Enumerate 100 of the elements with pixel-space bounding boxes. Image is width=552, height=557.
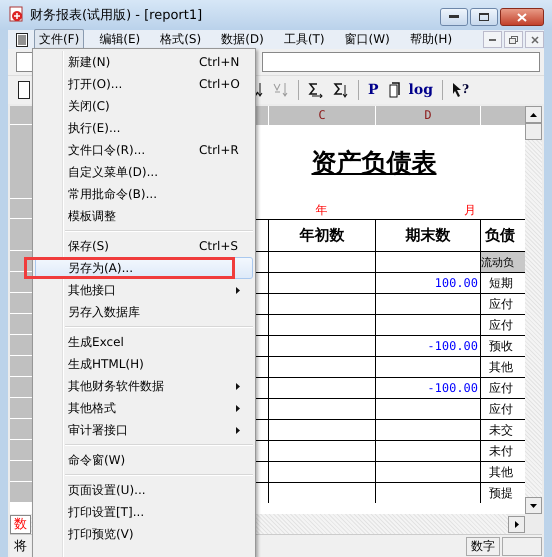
table-header: 年初数 — [268, 219, 375, 251]
menu-item[interactable]: 常用批命令(B)... — [35, 183, 253, 205]
row-header[interactable] — [10, 461, 34, 482]
minimize-icon[interactable] — [489, 38, 496, 40]
year-label: 年 — [316, 202, 328, 219]
scroll-right-icon[interactable] — [514, 520, 518, 528]
submenu-arrow-icon — [236, 382, 240, 390]
row-header[interactable] — [10, 356, 34, 377]
menu-item-label: 新建(N) — [68, 54, 110, 70]
menu-item[interactable]: 文件(F) — [34, 29, 84, 50]
row-header[interactable] — [10, 314, 34, 335]
menu-item-label: 生成HTML(H) — [68, 356, 144, 372]
sum-icon[interactable] — [333, 82, 349, 98]
row-header[interactable] — [10, 377, 34, 398]
scroll-right-button[interactable] — [508, 516, 525, 532]
menu-item[interactable]: 自定义菜单(D)... — [35, 161, 253, 183]
shortcut-label: Ctrl+S — [199, 239, 238, 253]
menu-item[interactable]: 生成Excel — [35, 331, 253, 353]
row-header[interactable] — [10, 199, 34, 219]
menu-item[interactable]: 新建(N) Ctrl+N — [35, 51, 253, 73]
menu-item[interactable]: 其他财务软件数据 — [35, 375, 253, 397]
menu-item[interactable]: 其他格式 — [35, 397, 253, 419]
menu-item[interactable]: 其他接口 — [35, 279, 253, 301]
formula-field[interactable] — [262, 52, 540, 72]
page-icon[interactable] — [388, 82, 400, 98]
menu-item-label: 打印设置[T]... — [68, 504, 144, 520]
menu-item[interactable]: 打开(O)... Ctrl+O — [35, 73, 253, 95]
column-header[interactable]: C — [268, 106, 375, 125]
document-icon[interactable] — [16, 32, 28, 46]
menu-item[interactable]: 审计署接口 — [35, 419, 253, 441]
menu-item-label: 打印预览(V) — [68, 526, 134, 542]
toolbar-button[interactable] — [18, 81, 30, 99]
menu-item[interactable]: 窗口(W) — [340, 29, 395, 50]
menu-item[interactable]: 执行(E)... — [35, 117, 253, 139]
restore-button[interactable] — [504, 31, 523, 48]
menu-item-label: 执行(E)... — [68, 120, 120, 136]
row-header[interactable] — [10, 482, 34, 503]
maximize-button[interactable] — [470, 8, 498, 26]
minimize-button[interactable] — [483, 31, 502, 48]
menu-item[interactable]: 帮助(H) — [404, 29, 458, 50]
menu-item[interactable]: 保存(S) Ctrl+S — [35, 235, 253, 257]
menu-item-label: 自定义菜单(D)... — [68, 164, 158, 180]
corner-header[interactable] — [10, 106, 34, 125]
row-header[interactable] — [10, 398, 34, 419]
menu-item[interactable]: 模板调整 — [35, 205, 253, 227]
minimize-button[interactable] — [440, 8, 468, 26]
close-button[interactable] — [500, 8, 544, 26]
menu-item[interactable]: 文件口令(R)... Ctrl+R — [35, 139, 253, 161]
status-panel: 数字 — [466, 536, 500, 556]
menu-item-label: 另存为(A)... — [68, 260, 134, 276]
menu-item[interactable]: 打印预览(V) — [35, 523, 253, 545]
row-header[interactable] — [10, 419, 34, 440]
menu-item[interactable]: 工具(T) — [278, 29, 330, 50]
maximize-icon[interactable] — [479, 13, 489, 21]
menu-item[interactable]: 编辑(E) — [94, 29, 146, 50]
menu-item[interactable]: 打印设置[T]... — [35, 501, 253, 523]
minimize-icon[interactable] — [449, 15, 459, 19]
submenu-arrow-icon — [236, 286, 240, 294]
close-icon[interactable] — [530, 36, 538, 44]
menu-item-label: 其他格式 — [68, 400, 116, 416]
menu-item[interactable]: 生成HTML(H) — [35, 353, 253, 375]
menu-item[interactable]: 关闭(C) — [35, 95, 253, 117]
menu-item-label: 保存(S) — [68, 238, 109, 254]
table-header: 期末数 — [375, 219, 480, 251]
row-header[interactable] — [10, 219, 34, 251]
row-header[interactable] — [10, 293, 34, 314]
menu-item-label: 命令窗(W) — [68, 452, 126, 468]
toolbar-button[interactable]: P — [368, 82, 379, 98]
menu-item-label: 审计署接口 — [68, 422, 128, 438]
menu-item-label: 常用批命令(B)... — [68, 186, 158, 202]
scroll-down-button[interactable] — [525, 497, 542, 514]
scroll-down-icon[interactable] — [530, 504, 537, 508]
menu-item-label: 生成Excel — [68, 334, 124, 350]
sort-down-icon — [273, 82, 289, 98]
close-button[interactable] — [525, 31, 544, 48]
table-cell: 流动负 — [480, 251, 525, 272]
row-header[interactable] — [10, 125, 34, 199]
sum-icon[interactable] — [308, 82, 324, 98]
table-cell: -100.00 — [375, 335, 480, 356]
restore-icon[interactable] — [509, 36, 518, 44]
toolbar-button[interactable]: log — [408, 82, 433, 98]
column-header[interactable]: D — [375, 106, 480, 125]
row-header[interactable] — [10, 440, 34, 461]
status-message: 将 — [14, 538, 27, 555]
menu-item[interactable]: 另存入数据库 — [35, 301, 253, 323]
menu-item-label: 页面设置(U)... — [68, 482, 146, 498]
menu-item[interactable]: 命令窗(W) — [35, 449, 253, 471]
menu-item[interactable]: 格式(S) — [155, 29, 206, 50]
shortcut-label: Ctrl+N — [199, 55, 240, 69]
sheet-tab[interactable]: 数 — [10, 514, 31, 534]
menu-item[interactable]: 数据(D) — [216, 29, 269, 50]
shortcut-label: Ctrl+O — [199, 77, 240, 91]
menu-item[interactable]: 页面设置(U)... — [35, 479, 253, 501]
scroll-up-button[interactable] — [525, 106, 542, 123]
row-header[interactable] — [10, 335, 34, 356]
scroll-up-icon[interactable] — [530, 112, 537, 116]
shortcut-label: Ctrl+R — [199, 143, 239, 157]
window-title: 财务报表(试用版) - [report1] — [30, 7, 202, 24]
scroll-thumb[interactable] — [525, 123, 542, 140]
menu-item-label: 打开(O)... — [68, 76, 122, 92]
